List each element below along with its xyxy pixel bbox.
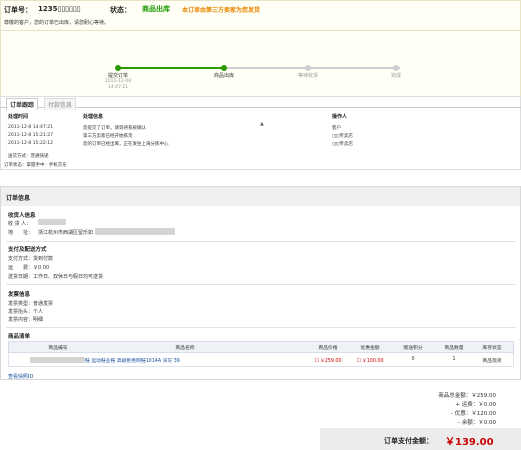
track-row-time: 2011-12-8 15:21:27 (8, 133, 53, 138)
redacted-address (95, 228, 175, 235)
discount-total: - 优惠：￥120.00 (451, 411, 496, 417)
col-header-info: 处理信息 (83, 114, 104, 120)
invoice-header: 发票抬头：个人 (8, 309, 44, 315)
step-label-complete: 完成 (390, 73, 401, 79)
divider (6, 284, 516, 285)
order-info-title: 订单信息 (6, 195, 31, 202)
track-row-operator: ▯▯▯专卖店 (332, 134, 353, 139)
track-row-info: 第三方卖家已经开始拣货 (83, 134, 133, 139)
order-number-label: 订单号： (4, 6, 32, 14)
col-header-operator: 操作人 (332, 114, 348, 120)
step-label-waiting: 等待收货 (297, 73, 318, 79)
delivery-date: 送货日期：工作日、双休日与假日均可送货 (8, 274, 104, 280)
track-row-info: 您的订单已经出库，正在发往上海分拣中心 (83, 142, 169, 147)
freight-total: + 运费：￥0.00 (455, 402, 496, 408)
product-points: 0 (411, 357, 415, 362)
collapse-arrow-icon[interactable]: ▲ (260, 121, 264, 127)
invoice-type: 发票类型：普通发票 (8, 301, 54, 307)
track-row-time: 2011-12-8 14:47:21 (8, 125, 53, 130)
order-status-panel (0, 0, 521, 110)
third-party-note: 本订单由第三方卖家为您发货 (182, 7, 261, 14)
receiver-section-title: 收货人信息 (8, 213, 36, 219)
divider (6, 241, 516, 242)
divider (0, 30, 521, 31)
step-label-submitted: 提交订单 (107, 73, 128, 79)
track-row-operator: ▯▯▯专卖店 (332, 142, 353, 147)
step-dot-submitted (115, 65, 121, 71)
step-dot-shipped (221, 65, 227, 71)
progress-bar-done (118, 67, 224, 69)
receiver-address-label: 地 址： (8, 230, 34, 236)
divider (6, 327, 516, 328)
tab-payment-info[interactable]: 付款信息 (44, 98, 77, 110)
track-row-time: 2011-12-8 15:22:12 (8, 141, 53, 146)
invoice-content: 发票内容：明细 (8, 317, 44, 323)
payment-total-label: 订单支付金额： (384, 437, 433, 445)
track-row-operator: 客户 (332, 126, 341, 131)
track-row-info: 您提交了订单，请等待系统确认 (83, 126, 146, 131)
step-dot-waiting (305, 65, 311, 71)
tab-underline (0, 107, 521, 108)
step-label-shipped: 商品出库 (213, 73, 234, 79)
product-quantity: 1 (452, 357, 456, 362)
col-header-quantity: 商品数量 (444, 346, 464, 351)
redacted-product-id (30, 357, 85, 363)
freight-line: 运 费：￥0.00 (8, 265, 50, 271)
product-discount: ￥100.00 (350, 357, 390, 364)
col-header-price: 商品价格 (318, 346, 338, 351)
col-header-time: 处理时间 (8, 114, 29, 120)
product-price: ￥259.00 (308, 357, 348, 364)
col-header-product-name: 商品名称 (175, 346, 195, 351)
progress-bar-remaining (224, 67, 400, 69)
status-label: 状态： (110, 6, 131, 14)
order-info-header (1, 187, 520, 206)
product-name-link[interactable]: 鞋 运动鞋业鞋 高级拒绝网鞋1014A 深灰 39 (85, 357, 265, 364)
order-number: 1235▯▯▯▯▯▯ (38, 5, 81, 13)
goods-total: 商品总金额：￥259.00 (438, 393, 496, 399)
payment-total-amount: ￥139.00 (445, 437, 494, 448)
invoice-section-title: 发票信息 (8, 292, 31, 298)
customer-notice: 尊敬的客户，您的订单已出库，请您耐心等待。 (4, 20, 110, 26)
col-header-product-id: 商品编号 (48, 346, 68, 351)
product-stock-status: 商品现货 (482, 359, 502, 364)
step-dot-complete (393, 65, 399, 71)
order-status-line: 订单状态：掌握手中 · 手机京东 (4, 163, 67, 168)
receiver-address: 浙江杭州市西湖区留乐如 (38, 230, 94, 236)
receiver-name-label: 收 货 人： (8, 221, 32, 227)
product-section-title: 商品清单 (8, 334, 31, 340)
step-time-submitted: 2011-12-08 14:47:21 (104, 79, 132, 90)
col-header-points: 赠送积分 (403, 346, 423, 351)
payment-method: 支付方式：货到付款 (8, 256, 54, 262)
tab-order-tracking[interactable]: 订单跟踪 (6, 98, 39, 110)
redacted-name (38, 219, 66, 225)
payment-section-title: 支付及配送方式 (8, 247, 47, 253)
carrier-info: 送货方式：普通快递 (8, 154, 49, 159)
view-snapshot-link[interactable]: 查看快照ID (8, 373, 33, 380)
col-header-stock: 库存状态 (482, 346, 502, 351)
col-header-discount: 优惠金额 (360, 346, 380, 351)
balance-total: - 余额：￥0.00 (458, 420, 496, 426)
status-value: 商品出库 (142, 5, 170, 13)
